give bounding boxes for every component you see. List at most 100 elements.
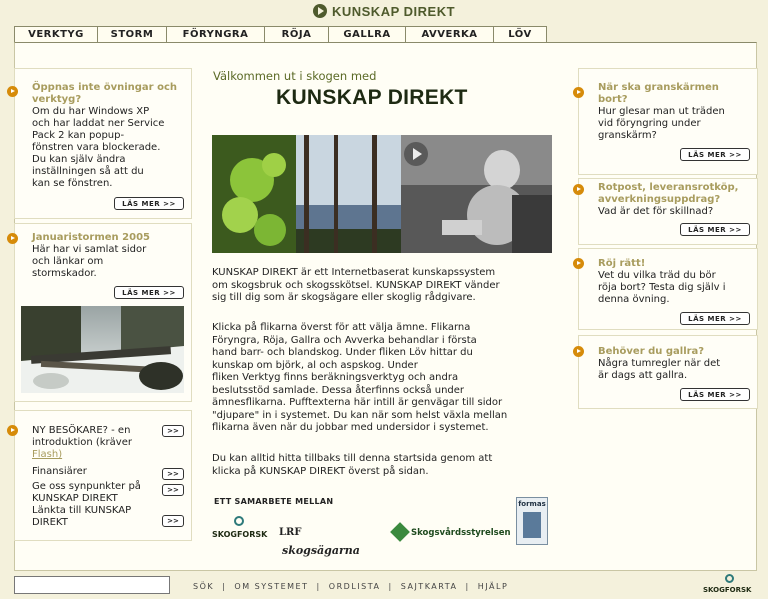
text-line: kunskap om björk, al och aspskog. Under	[212, 359, 418, 371]
puff-title[interactable]: avverkningsuppdrag?	[598, 194, 756, 206]
read-more-button[interactable]: LÄS MER >>	[680, 148, 750, 161]
separator: |	[388, 582, 393, 591]
puff-text: Några tumregler när det	[598, 358, 721, 369]
diamond-logo-icon	[389, 522, 411, 545]
puff-storm-content: Januaristormen 2005 Här har vi samlat si…	[32, 232, 192, 280]
play-logo-icon	[312, 4, 327, 18]
tab-roja[interactable]: RÖJA	[264, 26, 329, 42]
skogforsk-emblem-icon	[725, 574, 734, 583]
tabs-paragraph: Klicka på flikarna överst för att välja …	[212, 322, 552, 435]
separator: |	[316, 582, 321, 591]
page-title: KUNSKAP DIREKT	[276, 86, 468, 109]
bullet-arrow-icon	[573, 87, 584, 98]
bullet-arrow-icon	[7, 233, 18, 244]
tab-storm[interactable]: STORM	[97, 26, 167, 42]
read-more-button[interactable]: LÄS MER >>	[680, 223, 750, 236]
text-line: om skogsbruk och skogsskötsel. KUNSKAP D…	[212, 279, 500, 291]
tab-lov[interactable]: LÖV	[493, 26, 547, 42]
main-tabs: VERKTYG STORM FÖRYNGRA RÖJA GALLRA AVVER…	[14, 26, 547, 42]
formas-logo[interactable]: formas	[516, 497, 548, 545]
video-play-button[interactable]	[404, 142, 428, 166]
search-input[interactable]	[14, 576, 170, 594]
puff-text: och länkar om	[32, 256, 104, 267]
footer-link-sitemap[interactable]: SAJTKARTA	[401, 582, 458, 591]
hero-photo-strip	[212, 135, 552, 253]
footer-skogforsk-logo[interactable]: SKOGFORSK	[703, 574, 759, 596]
footer-link-help[interactable]: HJÄLP	[478, 582, 509, 591]
separator: |	[222, 582, 227, 591]
puff-text: Du kan själv ändra	[32, 154, 126, 165]
bullet-arrow-icon	[7, 425, 18, 436]
text-line: Du kan alltid hitta tillbaks till denna …	[212, 453, 493, 464]
storm-forest-photo	[21, 306, 184, 393]
puff-text: Hur glesar man ut träden	[598, 106, 725, 117]
arrow-button[interactable]: >>	[162, 425, 184, 437]
text-line: sig till dig som är skogsägare eller sko…	[212, 292, 476, 303]
puff-text: stormskador.	[32, 268, 97, 279]
puff-text: fönstren vara blockerade.	[32, 142, 161, 153]
home-paragraph: Du kan alltid hitta tillbaks till denna …	[212, 453, 552, 478]
puff-text: Om du har Windows XP	[32, 106, 150, 117]
text-line: hand barr- och blandskog. Under fliken L…	[212, 347, 473, 358]
partner-name: skogsägarna	[282, 544, 360, 557]
puff-granskarm-content: När ska granskärmen bort? Hur glesar man…	[598, 82, 753, 142]
tab-avverka[interactable]: AVVERKA	[405, 26, 494, 42]
text-line: KUNSKAP DIREKT är ett Internetbaserat ku…	[212, 267, 496, 278]
puff-text: Här har vi samlat sidor	[32, 244, 147, 255]
puff-rotpost-content: Rotpost, leveransrotköp, avverkningsuppd…	[598, 182, 756, 218]
text-line: flikarna även när du jobbar med undersid…	[212, 422, 489, 433]
skogforsk-emblem-icon	[234, 516, 244, 526]
partner-name: LRF	[279, 527, 302, 538]
puff-title[interactable]: Januaristormen 2005	[32, 232, 192, 244]
text-line: "djupare" in i systemet. Du kan när som …	[212, 409, 508, 421]
text-line: Klicka på flikarna överst för att välja …	[212, 322, 471, 333]
footer-link-search[interactable]: SÖK	[193, 582, 214, 591]
tab-verktyg[interactable]: VERKTYG	[14, 26, 98, 42]
puff-title[interactable]: Öppnas inte övningar och	[32, 82, 192, 94]
puff-text: denna övning.	[598, 294, 670, 305]
puff-text: Vad är det för skillnad?	[598, 206, 714, 217]
puff-text: röja bort? Testa dig själv i	[598, 282, 726, 293]
partners-heading: ETT SAMARBETE MELLAN	[214, 497, 334, 506]
new-visitor-link[interactable]: introduktion (kräver	[32, 437, 192, 449]
read-more-button[interactable]: LÄS MER >>	[114, 197, 184, 210]
puff-title[interactable]: bort?	[598, 94, 753, 106]
play-icon	[413, 148, 422, 160]
flash-link[interactable]: Flash)	[32, 449, 192, 461]
skogforsk-logo[interactable]: SKOGFORSK	[212, 516, 268, 546]
puff-text: Vet du vilka träd du bör	[598, 270, 716, 281]
puff-title[interactable]: Röj rätt!	[598, 258, 756, 270]
bullet-arrow-icon	[7, 86, 18, 97]
text-line: ämnesflikarna. Pufftexterna här intill ä…	[212, 397, 503, 408]
tab-foryngra[interactable]: FÖRYNGRA	[166, 26, 265, 42]
footer-link-glossary[interactable]: ORDLISTA	[329, 582, 381, 591]
footer: SÖK | OM SYSTEMET | ORDLISTA | SAJTKARTA…	[0, 573, 768, 599]
arrow-button[interactable]: >>	[162, 468, 184, 480]
partner-name: formas	[518, 500, 546, 508]
text-line: Föryngra, Röja, Gallra och Avverka behan…	[212, 334, 477, 346]
puff-title[interactable]: När ska granskärmen	[598, 82, 753, 94]
puff-popup-content: Öppnas inte övningar och verktyg? Om du …	[32, 82, 192, 190]
puff-title[interactable]: Behöver du gallra?	[598, 346, 756, 358]
puff-title[interactable]: verktyg?	[32, 94, 192, 106]
arrow-button[interactable]: >>	[162, 515, 184, 527]
puff-text: Pack 2 kan popup-	[32, 130, 125, 141]
read-more-button[interactable]: LÄS MER >>	[680, 388, 750, 401]
read-more-button[interactable]: LÄS MER >>	[680, 312, 750, 325]
read-more-button[interactable]: LÄS MER >>	[114, 286, 184, 299]
puff-text: kan se fönstren.	[32, 178, 113, 189]
puff-title[interactable]: Rotpost, leveransrotköp,	[598, 182, 756, 194]
site-title[interactable]: KUNSKAP DIREKT	[332, 4, 455, 19]
arrow-button[interactable]: >>	[162, 484, 184, 496]
text-line: fliken Verktyg finns beräkningsverktyg o…	[212, 372, 459, 383]
tab-gallra[interactable]: GALLRA	[328, 26, 406, 42]
site-header[interactable]: KUNSKAP DIREKT	[0, 0, 768, 22]
lrf-logo[interactable]: LRF skogsägarna	[279, 520, 379, 557]
separator: |	[465, 582, 470, 591]
footer-links: SÖK | OM SYSTEMET | ORDLISTA | SAJTKARTA…	[193, 582, 508, 591]
bullet-arrow-icon	[573, 184, 584, 195]
footer-link-about[interactable]: OM SYSTEMET	[234, 582, 308, 591]
bullet-arrow-icon	[573, 346, 584, 357]
partner-name[interactable]: Skogsvårdsstyrelsen	[411, 528, 511, 538]
welcome-text: Välkommen ut i skogen med	[213, 69, 377, 83]
